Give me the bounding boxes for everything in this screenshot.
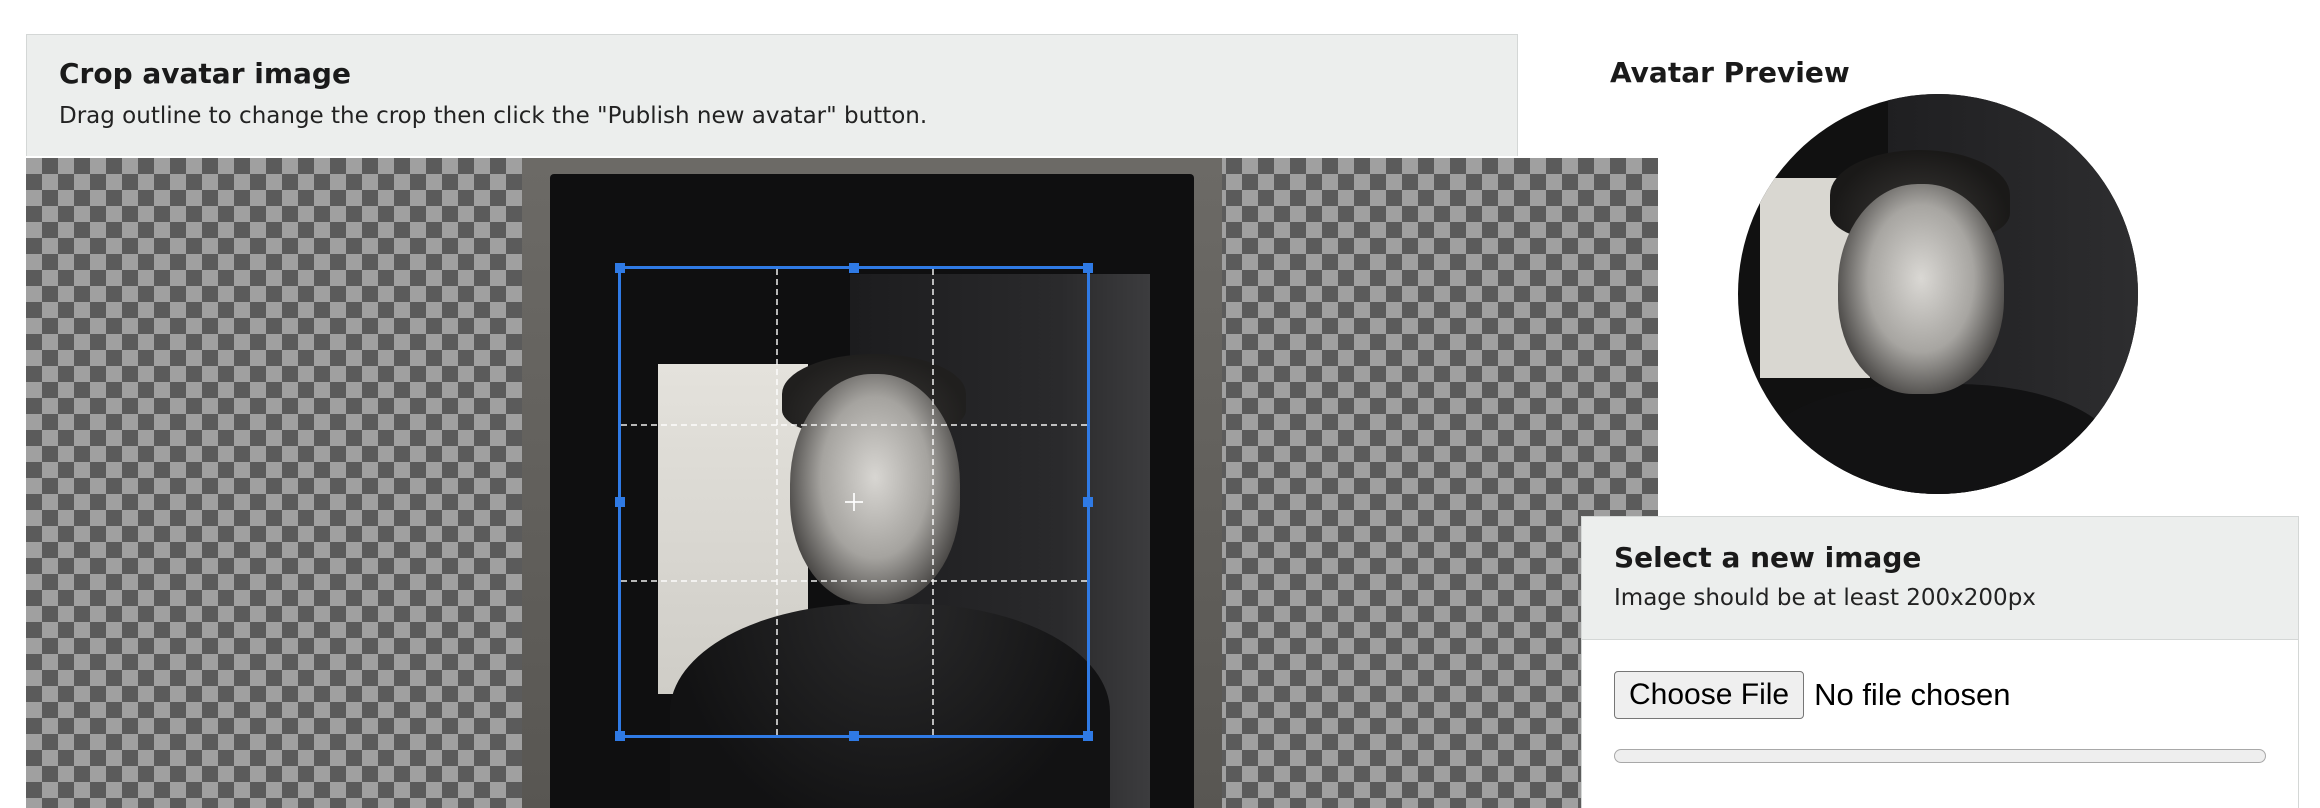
avatar-preview-title: Avatar Preview [1610, 56, 1850, 89]
select-image-title: Select a new image [1614, 541, 1922, 574]
crop-handle-bottom-left[interactable] [615, 731, 625, 741]
file-input[interactable]: Choose File No file chosen [1614, 671, 2011, 719]
file-status-text: No file chosen [1814, 677, 2011, 712]
crop-handle-bottom-right[interactable] [1083, 731, 1093, 741]
upload-progress-bar [1614, 749, 2266, 763]
crop-handle-top[interactable] [849, 263, 859, 273]
crop-handle-top-right[interactable] [1083, 263, 1093, 273]
select-image-hint: Image should be at least 200x200px [1614, 585, 2036, 611]
crop-outline[interactable] [615, 263, 1093, 741]
choose-file-button[interactable]: Choose File [1614, 671, 1805, 719]
avatar-preview [1738, 94, 2138, 494]
crop-handle-bottom[interactable] [849, 731, 859, 741]
crop-handle-top-left[interactable] [615, 263, 625, 273]
crop-handle-left[interactable] [615, 497, 625, 507]
crop-panel-header: Crop avatar image Drag outline to change… [26, 34, 1518, 156]
crop-center-icon [845, 493, 863, 511]
crop-canvas[interactable] [26, 158, 1658, 808]
crop-handle-right[interactable] [1083, 497, 1093, 507]
select-image-header: Select a new image Image should be at le… [1582, 517, 2298, 640]
crop-guide-line [776, 269, 779, 735]
select-image-panel: Select a new image Image should be at le… [1581, 516, 2299, 808]
crop-guide-line [621, 424, 1087, 427]
crop-guide-line [931, 269, 934, 735]
crop-panel-description: Drag outline to change the crop then cli… [59, 103, 928, 129]
avatar-editor-page: Crop avatar image Drag outline to change… [0, 0, 2320, 808]
crop-panel-title: Crop avatar image [59, 57, 351, 90]
crop-guide-line [621, 579, 1087, 582]
